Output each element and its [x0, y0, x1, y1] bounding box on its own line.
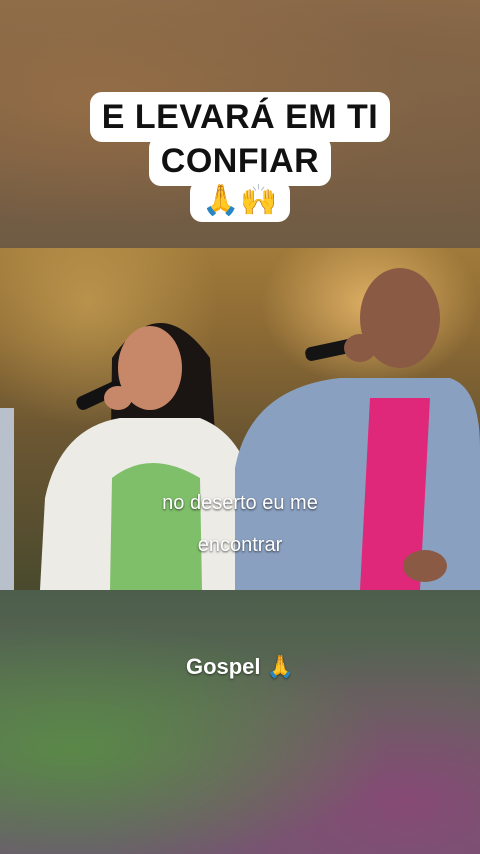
- caption-line-2: CONFIAR: [148, 136, 332, 186]
- background-blur-bottom: [0, 590, 480, 854]
- video-subtitle-line-1: no deserto eu me: [162, 492, 318, 514]
- caption-line-1: E LEVARÁ EM TI: [89, 92, 391, 142]
- video-frame[interactable]: no deserto eu me encontrar: [0, 248, 480, 590]
- caption-emojis: 🙏🙌: [190, 180, 290, 222]
- caption-overlay: E LEVARÁ EM TI CONFIAR 🙏🙌: [0, 92, 480, 222]
- video-subtitle-line-2: encontrar: [197, 534, 283, 556]
- footer-caption: Gospel 🙏: [185, 654, 295, 679]
